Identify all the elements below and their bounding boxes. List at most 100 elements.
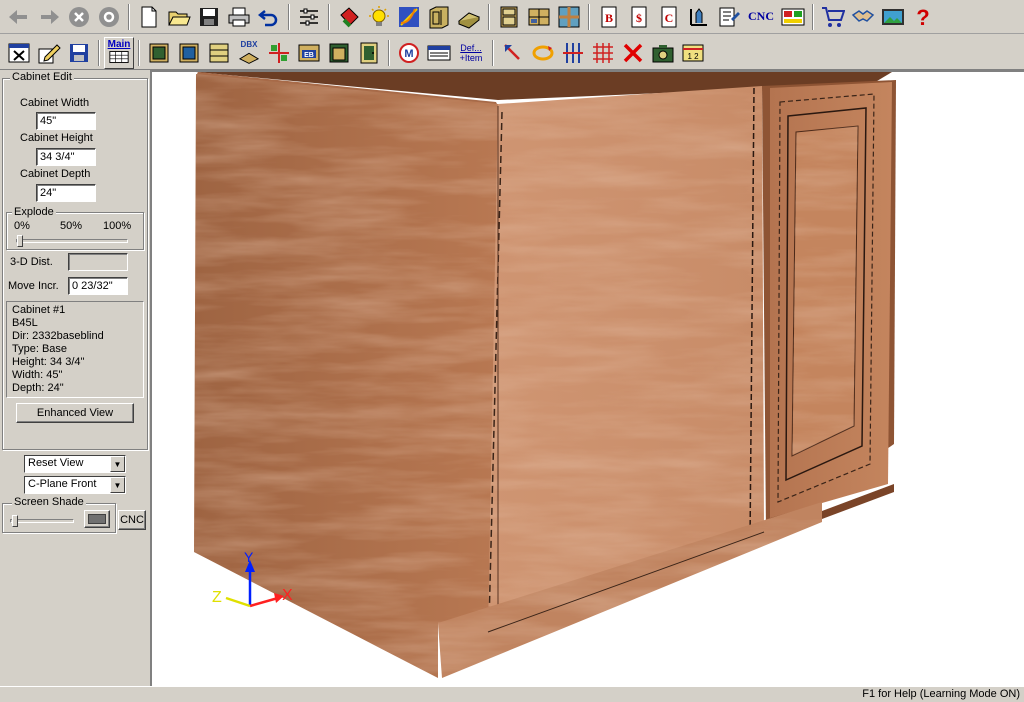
texture-icon[interactable] bbox=[555, 3, 583, 31]
cplane-value: C-Plane Front bbox=[28, 478, 97, 490]
enhanced-view-button[interactable]: Enhanced View bbox=[16, 403, 134, 423]
screen-shade-slider-thumb[interactable] bbox=[12, 515, 18, 527]
move-incr-label: Move Incr. bbox=[8, 280, 59, 292]
open-folder-icon[interactable] bbox=[165, 3, 193, 31]
toolbar-separator bbox=[328, 3, 330, 30]
toolbar-separator bbox=[812, 3, 814, 30]
reset-view-select[interactable]: Reset View ▼ bbox=[24, 455, 126, 473]
edge-banding-icon[interactable]: EB bbox=[295, 39, 323, 67]
material-m-icon[interactable]: M bbox=[395, 39, 423, 67]
explode-title: Explode bbox=[12, 206, 56, 218]
reset-view-value: Reset View bbox=[28, 457, 84, 469]
chevron-down-icon[interactable]: ▼ bbox=[110, 477, 125, 493]
main-grid-icon bbox=[109, 50, 129, 63]
delete-icon[interactable] bbox=[619, 39, 647, 67]
x-axis-label: X bbox=[282, 587, 293, 604]
toolbar-separator bbox=[388, 39, 390, 66]
door-grain bbox=[792, 126, 858, 456]
base-cabinet-icon[interactable] bbox=[145, 39, 173, 67]
toolbar-separator bbox=[492, 39, 494, 66]
multi-cabinet-icon[interactable] bbox=[525, 3, 553, 31]
door-icon[interactable] bbox=[355, 39, 383, 67]
cabinet-height-field[interactable]: 34 3/4" bbox=[36, 148, 96, 166]
cabinet-edit-panel: Cabinet Edit Cabinet Width 45" Cabinet H… bbox=[0, 70, 150, 686]
split-cabinet-icon[interactable] bbox=[265, 39, 293, 67]
explode-slider-track[interactable] bbox=[16, 239, 128, 243]
3d-viewport[interactable]: Y X Z bbox=[150, 70, 1024, 686]
cabinet-icon[interactable] bbox=[495, 3, 523, 31]
side-grain bbox=[194, 74, 498, 678]
forward-arrow-icon[interactable] bbox=[35, 3, 63, 31]
rotate-icon[interactable] bbox=[529, 39, 557, 67]
graph-icon[interactable] bbox=[395, 3, 423, 31]
properties-icon[interactable] bbox=[715, 3, 743, 31]
dbx-icon[interactable]: DBX bbox=[235, 39, 263, 67]
explode-tick-50: 50% bbox=[60, 220, 83, 232]
toolbar-separator bbox=[288, 3, 290, 30]
cart-icon[interactable] bbox=[819, 3, 847, 31]
y-axis-label: Y bbox=[244, 549, 254, 565]
print-icon[interactable] bbox=[225, 3, 253, 31]
face-frame-icon[interactable] bbox=[325, 39, 353, 67]
refresh-icon[interactable] bbox=[95, 3, 123, 31]
cplane-select[interactable]: C-Plane Front ▼ bbox=[24, 476, 126, 494]
handshake-icon[interactable] bbox=[849, 3, 877, 31]
board-icon[interactable] bbox=[455, 3, 483, 31]
main-button[interactable]: Main bbox=[104, 36, 134, 69]
paint-bucket-icon[interactable] bbox=[335, 3, 363, 31]
photo-icon[interactable] bbox=[879, 3, 907, 31]
cabinet-edit-title: Cabinet Edit bbox=[10, 71, 74, 83]
dimension-icon[interactable]: 1 2 bbox=[679, 39, 707, 67]
save-icon[interactable] bbox=[195, 3, 223, 31]
info-line: Width: 45" bbox=[12, 369, 63, 381]
3d-dist-field[interactable] bbox=[68, 253, 128, 271]
svg-text:C: C bbox=[665, 11, 674, 25]
shade-color-button[interactable] bbox=[84, 510, 110, 528]
cabinet-depth-field[interactable]: 24" bbox=[36, 184, 96, 202]
info-line: Dir: 2332baseblind bbox=[12, 330, 104, 342]
camera-icon[interactable] bbox=[649, 39, 677, 67]
elevation-icon[interactable] bbox=[685, 3, 713, 31]
grid-icon[interactable] bbox=[589, 39, 617, 67]
door-style-icon[interactable] bbox=[425, 3, 453, 31]
toolbar-separator bbox=[138, 39, 140, 66]
settings-sliders-icon[interactable] bbox=[295, 3, 323, 31]
drawer-cabinet-icon[interactable] bbox=[205, 39, 233, 67]
align-icon[interactable] bbox=[559, 39, 587, 67]
define-item-top: Def... bbox=[460, 42, 482, 53]
layout-icon[interactable] bbox=[779, 3, 807, 31]
back-arrow-icon[interactable] bbox=[5, 3, 33, 31]
explode-slider-thumb[interactable] bbox=[17, 235, 23, 247]
keyboard-icon[interactable] bbox=[425, 39, 453, 67]
stop-icon[interactable] bbox=[65, 3, 93, 31]
edit-pencil-icon[interactable] bbox=[35, 39, 63, 67]
save-small-icon[interactable] bbox=[65, 39, 93, 67]
new-file-icon[interactable] bbox=[135, 3, 163, 31]
bid-report-icon[interactable]: B bbox=[595, 3, 623, 31]
help-icon[interactable]: ? bbox=[909, 3, 937, 31]
screen-shade-slider-track[interactable] bbox=[10, 519, 74, 523]
chevron-down-icon[interactable]: ▼ bbox=[110, 456, 125, 472]
cabinet-width-field[interactable]: 45" bbox=[36, 112, 96, 130]
cabinet-depth-label: Cabinet Depth bbox=[20, 168, 91, 180]
undo-icon[interactable] bbox=[255, 3, 283, 31]
cabinet-height-label: Cabinet Height bbox=[20, 132, 93, 144]
lightbulb-icon[interactable] bbox=[365, 3, 393, 31]
wall-cabinet-icon[interactable] bbox=[175, 39, 203, 67]
price-report-icon[interactable]: $ bbox=[625, 3, 653, 31]
3d-dist-label: 3-D Dist. bbox=[10, 256, 53, 268]
pointer-arrow-icon[interactable] bbox=[499, 39, 527, 67]
move-incr-field[interactable]: 0 23/32" bbox=[68, 277, 128, 295]
secondary-toolbar: Main DBX EB M Def... +Item 1 2 bbox=[0, 36, 1024, 70]
cut-report-icon[interactable]: C bbox=[655, 3, 683, 31]
toolbar-separator bbox=[588, 3, 590, 30]
define-item-button[interactable]: Def... +Item bbox=[454, 39, 488, 67]
info-line: Height: 34 3/4" bbox=[12, 356, 85, 368]
cnc-button[interactable]: CNC bbox=[118, 510, 146, 530]
toolbar-separator bbox=[488, 3, 490, 30]
screen-shade-title: Screen Shade bbox=[12, 496, 86, 508]
z-axis-line bbox=[225, 596, 251, 608]
cnc-icon[interactable]: CNC bbox=[744, 3, 778, 31]
cabinet-render[interactable]: Y X Z bbox=[152, 72, 1024, 686]
close-window-icon[interactable] bbox=[5, 39, 33, 67]
